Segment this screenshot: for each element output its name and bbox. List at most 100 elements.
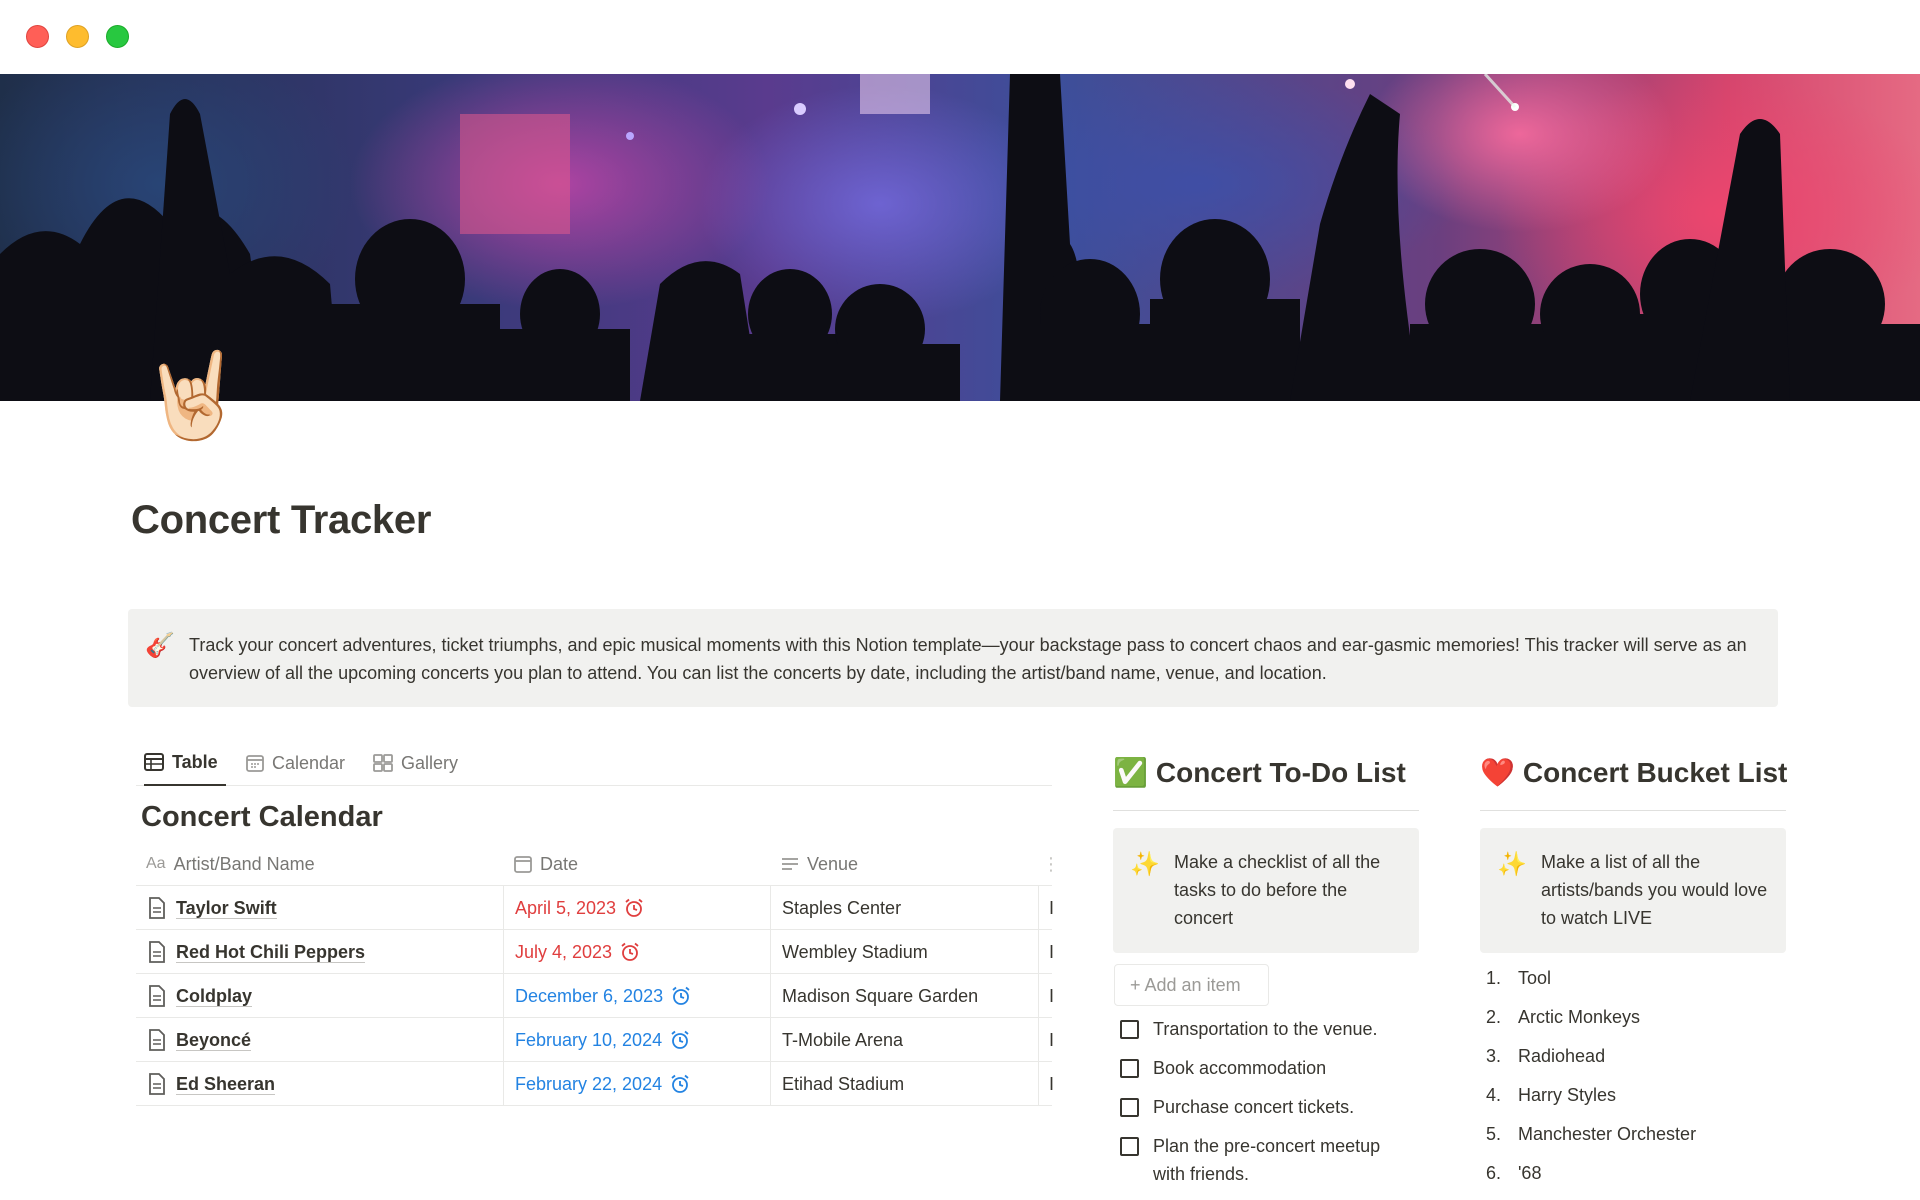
column-header-date[interactable]: Date — [514, 842, 578, 886]
concert-date: February 10, 2024 — [515, 1029, 663, 1050]
table-icon — [144, 753, 164, 771]
tab-calendar[interactable]: Calendar — [246, 740, 345, 786]
todo-item-label[interactable]: Transportation to the venue. — [1153, 1015, 1377, 1043]
list-item[interactable]: 3. Radiohead — [1486, 1042, 1786, 1070]
alarm-clock-icon — [625, 898, 643, 917]
list-item[interactable]: 6. '68 — [1486, 1159, 1786, 1187]
concert-date: February 22, 2024 — [515, 1073, 663, 1094]
tab-table[interactable]: Table — [144, 740, 226, 786]
location-cell-clipped: I — [1049, 1073, 1055, 1094]
sparkles-icon: ✨ — [1497, 851, 1527, 878]
bucket-artist: Radiohead — [1518, 1046, 1606, 1066]
row-venue-cell[interactable]: Staples Center — [770, 886, 1038, 930]
artist-name[interactable]: Coldplay — [176, 986, 253, 1007]
bucket-artist: Harry Styles — [1518, 1085, 1617, 1105]
row-name-cell: Red Hot Chili Peppers — [136, 930, 503, 974]
todo-tip-text[interactable]: Make a checklist of all the tasks to do … — [1174, 848, 1404, 932]
row-venue-cell[interactable]: Etihad Stadium — [770, 1062, 1038, 1106]
database-title[interactable]: Concert Calendar — [141, 801, 383, 834]
list-number: 5. — [1486, 1124, 1502, 1144]
todo-item-label[interactable]: Plan the pre-concert meetup with friends… — [1153, 1132, 1410, 1188]
row-date-cell[interactable]: February 10, 2024 — [503, 1018, 770, 1062]
list-item[interactable]: 1. Tool — [1486, 964, 1786, 992]
alarm-clock-icon — [672, 986, 690, 1005]
minimize-window-button[interactable] — [66, 25, 89, 48]
list-item[interactable]: 2. Arctic Monkeys — [1486, 1003, 1786, 1031]
bucket-tip-text[interactable]: Make a list of all the artists/bands you… — [1541, 848, 1771, 932]
table-row[interactable]: Beyoncé February 10, 2024 T-Mobile Arena… — [136, 1018, 1055, 1062]
todo-item-label[interactable]: Book accommodation — [1153, 1054, 1326, 1082]
close-window-button[interactable] — [26, 25, 49, 48]
artist-name[interactable]: Ed Sheeran — [176, 1074, 276, 1095]
bucket-heading[interactable]: ❤️ Concert Bucket List — [1480, 756, 1787, 789]
venue-name: Etihad Stadium — [782, 1073, 905, 1094]
page-title[interactable]: Concert Tracker — [131, 498, 431, 543]
tab-gallery[interactable]: Gallery — [373, 740, 458, 786]
concert-date: December 6, 2023 — [515, 985, 664, 1006]
row-more-cell[interactable]: I — [1038, 1018, 1055, 1062]
row-more-cell[interactable]: I — [1038, 1062, 1055, 1106]
row-name-cell: Taylor Swift — [136, 886, 503, 930]
column-header-venue[interactable]: Venue — [781, 842, 858, 886]
table-row[interactable]: Coldplay December 6, 2023 Madison Square… — [136, 974, 1055, 1018]
todo-checkbox[interactable] — [1120, 1098, 1139, 1117]
bucket-artist: Arctic Monkeys — [1518, 1007, 1641, 1027]
page-icon — [149, 1073, 165, 1095]
more-columns-handle[interactable]: ⋮ — [1042, 842, 1060, 886]
tab-calendar-label: Calendar — [272, 752, 346, 773]
artist-name[interactable]: Beyoncé — [176, 1030, 252, 1051]
table-header: Aa Artist/Band Name Date Venue ⋮ — [136, 842, 1060, 886]
add-item-button[interactable]: + Add an item — [1114, 964, 1269, 1006]
row-venue-cell[interactable]: Wembley Stadium — [770, 930, 1038, 974]
row-date-cell[interactable]: April 5, 2023 — [503, 886, 770, 930]
artist-name[interactable]: Taylor Swift — [176, 898, 277, 919]
row-name-cell: Coldplay — [136, 974, 503, 1018]
row-more-cell[interactable]: I — [1038, 974, 1055, 1018]
row-date-cell[interactable]: December 6, 2023 — [503, 974, 770, 1018]
calendar-icon — [246, 755, 264, 772]
row-date-cell[interactable]: July 4, 2023 — [503, 930, 770, 974]
bucket-divider — [1480, 810, 1786, 811]
column-header-name[interactable]: Aa Artist/Band Name — [146, 842, 315, 886]
venue-name: Staples Center — [782, 897, 902, 918]
row-venue-cell[interactable]: Madison Square Garden — [770, 974, 1038, 1018]
guitar-icon[interactable]: 🎸 — [145, 631, 175, 660]
todo-item-label[interactable]: Purchase concert tickets. — [1153, 1093, 1354, 1121]
location-cell-clipped: I — [1049, 1029, 1055, 1050]
table-row[interactable]: Red Hot Chili Peppers July 4, 2023 Wembl… — [136, 930, 1055, 974]
list-number: 4. — [1486, 1085, 1502, 1105]
table-row[interactable]: Ed Sheeran February 22, 2024 Etihad Stad… — [136, 1062, 1055, 1106]
todo-checkbox[interactable] — [1120, 1059, 1139, 1078]
row-date-cell[interactable]: February 22, 2024 — [503, 1062, 770, 1106]
row-venue-cell[interactable]: T-Mobile Arena — [770, 1018, 1038, 1062]
page-icon — [149, 985, 165, 1007]
todo-item: Purchase concert tickets. — [1120, 1093, 1420, 1121]
list-item[interactable]: 4. Harry Styles — [1486, 1081, 1786, 1109]
page-icon — [149, 897, 165, 919]
venue-name: Wembley Stadium — [782, 941, 928, 962]
callout-text[interactable]: Track your concert adventures, ticket tr… — [189, 631, 1759, 687]
todo-heading[interactable]: ✅ Concert To-Do List — [1113, 756, 1406, 789]
list-item[interactable]: 5. Manchester Orchester — [1486, 1120, 1786, 1148]
location-cell-clipped: I — [1049, 897, 1055, 918]
page-icon[interactable]: 🤘🏻 — [140, 340, 245, 450]
calendar-icon — [514, 856, 532, 873]
sparkles-icon: ✨ — [1130, 851, 1160, 878]
table-row[interactable]: Taylor Swift April 5, 2023 Staples Cente… — [136, 886, 1055, 930]
concert-date: April 5, 2023 — [515, 897, 617, 918]
list-number: 6. — [1486, 1163, 1502, 1183]
venue-name: T-Mobile Arena — [782, 1029, 904, 1050]
todo-checkbox[interactable] — [1120, 1137, 1139, 1156]
todo-checkbox[interactable] — [1120, 1020, 1139, 1039]
todo-divider — [1113, 810, 1419, 811]
artist-name[interactable]: Red Hot Chili Peppers — [176, 942, 366, 963]
row-more-cell[interactable]: I — [1038, 930, 1055, 974]
cover-image[interactable] — [0, 74, 1920, 401]
location-cell-clipped: I — [1049, 941, 1055, 962]
page-icon — [149, 1029, 165, 1051]
row-more-cell[interactable]: I — [1038, 886, 1055, 930]
zoom-window-button[interactable] — [106, 25, 129, 48]
tab-gallery-label: Gallery — [401, 752, 459, 773]
todo-item: Transportation to the venue. — [1120, 1015, 1420, 1043]
location-cell-clipped: I — [1049, 985, 1055, 1006]
